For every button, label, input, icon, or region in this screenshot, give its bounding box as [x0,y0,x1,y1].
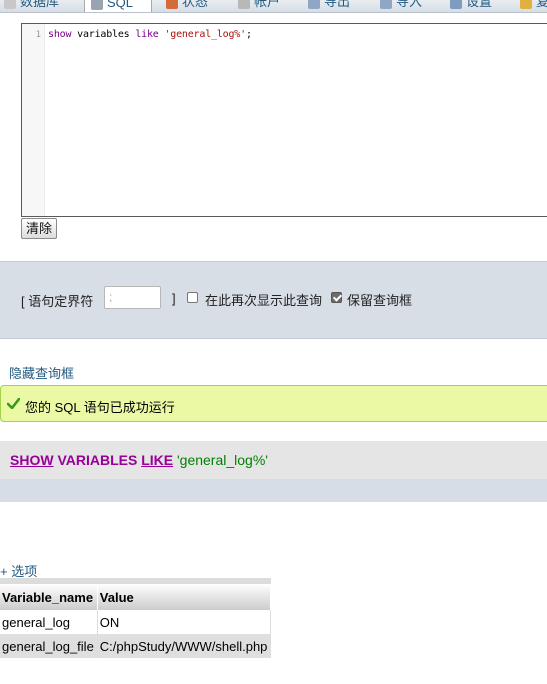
tab-databases[interactable]: 数据库 [0,0,65,11]
delimiter-input[interactable]: ; [104,286,161,309]
retain-query-label[interactable]: 保留查询框 [347,290,412,309]
hide-query-box-link[interactable]: 隐藏查询框 [9,363,74,382]
executed-sql-toolbar [0,479,547,502]
editor-code[interactable]: show variables like 'general_log%'; [48,29,252,40]
retain-query-checkbox[interactable] [331,292,342,303]
sql-keyword-show-link[interactable]: SHOW [10,452,54,468]
code-keyword-like: like [135,29,159,40]
status-icon [166,0,178,9]
tab-import[interactable]: 导入 [374,0,428,11]
sql-keyword-like-link[interactable]: LIKE [141,452,173,468]
column-header-value[interactable]: Value [97,578,272,610]
accounts-icon [238,0,250,9]
success-message: 您的 SQL 语句已成功运行 [25,400,175,415]
show-again-checkbox[interactable] [187,292,198,303]
cell-value: C:/phpStudy/WWW/shell.php [97,634,272,658]
export-icon [308,0,320,9]
code-semicolon: ; [245,29,252,40]
delimiter-label: [ 语句定界符 [21,294,94,309]
cell-value: ON [97,610,272,634]
tab-sql[interactable]: SQL [84,0,152,12]
editor-gutter: 1 [22,24,45,216]
table-header-row: Variable_name Value [0,578,272,610]
line-number: 1 [35,30,41,40]
success-message-box: 您的 SQL 语句已成功运行 [0,385,547,422]
sql-icon [91,0,103,10]
top-tab-bar: 数据库 SQL 状态 帐户 导出 导入 设置 复制 [0,0,547,13]
tab-export[interactable]: 导出 [302,0,356,11]
delimiter-bracket: ] [172,291,176,306]
table-row: general_log_file C:/phpStudy/WWW/shell.p… [0,634,272,658]
import-icon [380,0,392,9]
code-text: variables [71,29,136,40]
settings-icon [450,0,462,9]
sql-string: 'general_log%' [176,452,268,468]
tab-accounts[interactable]: 帐户 [232,0,286,11]
executed-sql-text: SHOW VARIABLES LIKE 'general_log%' [10,452,268,468]
clear-button[interactable]: 清除 [21,218,58,239]
sql-editor[interactable]: 1 show variables like 'general_log%'; [21,23,547,217]
code-keyword-show: show [48,29,72,40]
show-again-label[interactable]: 在此再次显示此查询 [205,290,322,309]
column-header-variable-name[interactable]: Variable_name [0,578,98,610]
table-row: general_log ON [0,610,272,634]
result-table: Variable_name Value general_log ON gener… [0,578,272,658]
code-string: 'general_log%' [164,29,246,40]
cell-variable-name: general_log [0,610,98,634]
sql-keyword-variables: VARIABLES [57,452,138,468]
checkmark-icon [7,398,20,409]
replication-icon [520,0,532,9]
database-icon [4,0,16,9]
tab-settings[interactable]: 设置 [444,0,498,11]
cell-variable-name: general_log_file [0,634,98,658]
tab-replication[interactable]: 复制 [514,0,547,11]
tab-status[interactable]: 状态 [160,0,214,11]
